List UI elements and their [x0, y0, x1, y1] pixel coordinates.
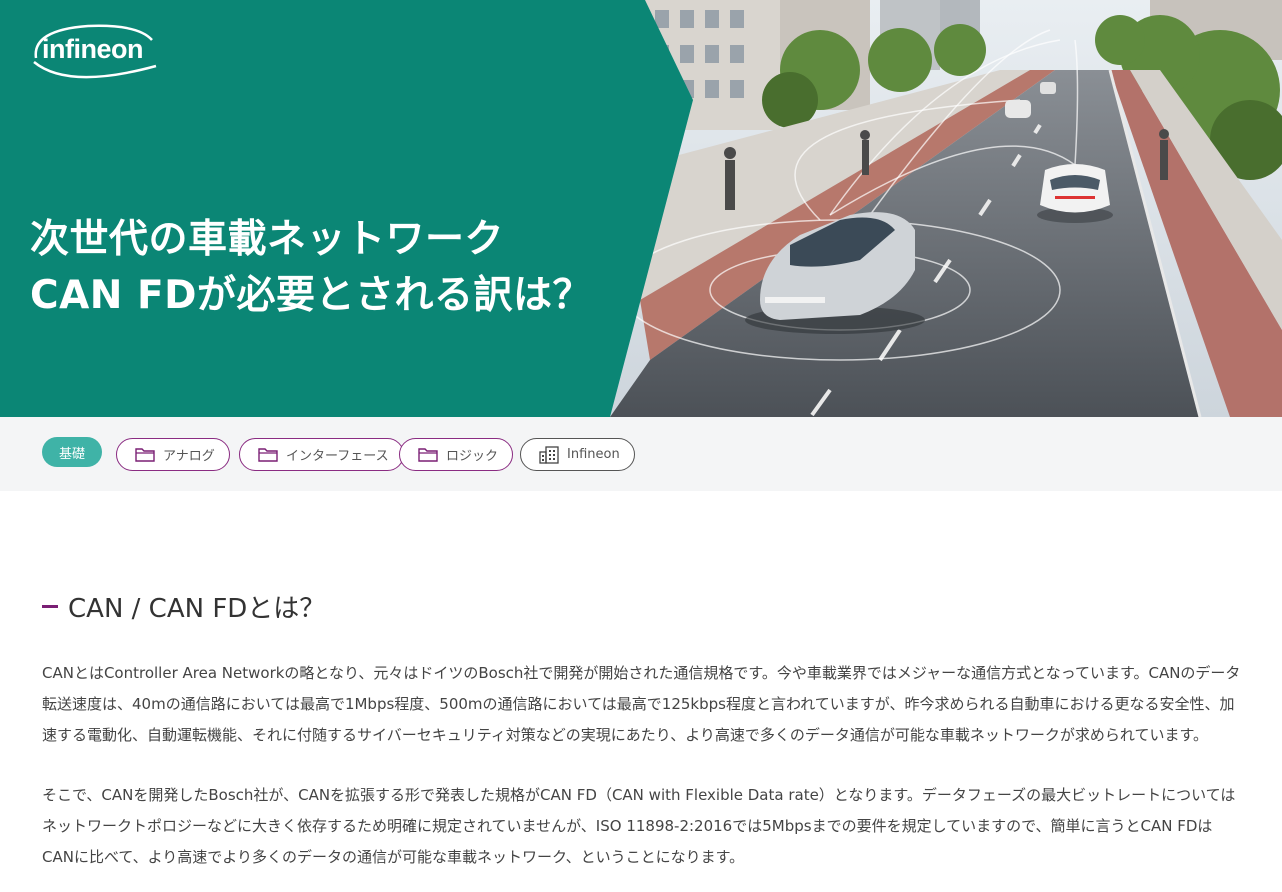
page-title: 次世代の車載ネットワーク CAN FDが必要とされる訳は？ — [30, 212, 592, 324]
tag-label: アナログ — [163, 449, 215, 464]
building-icon — [539, 445, 559, 464]
tag-analog[interactable]: アナログ — [116, 438, 230, 471]
section-heading-text: CAN / CAN FDとは？ — [68, 594, 326, 624]
heading-accent-dash — [42, 605, 58, 608]
hero-banner: infineon 次世代の車載ネットワーク CAN FDが必要とされる訳は？ — [0, 0, 1282, 417]
tag-category-basics[interactable]: 基礎 — [42, 437, 102, 467]
page-title-line-2: CAN FDが必要とされる訳は？ — [30, 273, 593, 318]
article-paragraph-2: そこで、CANを開発したBosch社が、CANを拡張する形で発表した規格がCAN… — [42, 786, 1236, 866]
tag-logic[interactable]: ロジック — [399, 438, 514, 471]
tag-infineon[interactable]: Infineon — [520, 438, 635, 471]
tag-bar: 基礎 アナログ インターフェース ロジック Infineon — [0, 417, 1282, 491]
logo-text: infineon — [42, 34, 143, 64]
tag-label: インターフェース — [286, 449, 389, 464]
tag-label: 基礎 — [58, 446, 85, 462]
tag-interface[interactable]: インターフェース — [239, 438, 404, 471]
article-paragraph-1: CANとはController Area Networkの略となり、元々はドイツ… — [42, 664, 1241, 744]
folder-icon — [258, 448, 278, 462]
hero-teal-panel — [0, 0, 693, 417]
tag-label: ロジック — [446, 449, 499, 464]
tag-label: Infineon — [567, 447, 620, 462]
infineon-logo[interactable]: infineon — [28, 22, 160, 84]
folder-icon — [135, 448, 155, 462]
folder-icon — [418, 448, 438, 462]
page-title-line-1: 次世代の車載ネットワーク — [30, 217, 505, 262]
section-heading: CAN / CAN FDとは？ — [42, 588, 325, 625]
